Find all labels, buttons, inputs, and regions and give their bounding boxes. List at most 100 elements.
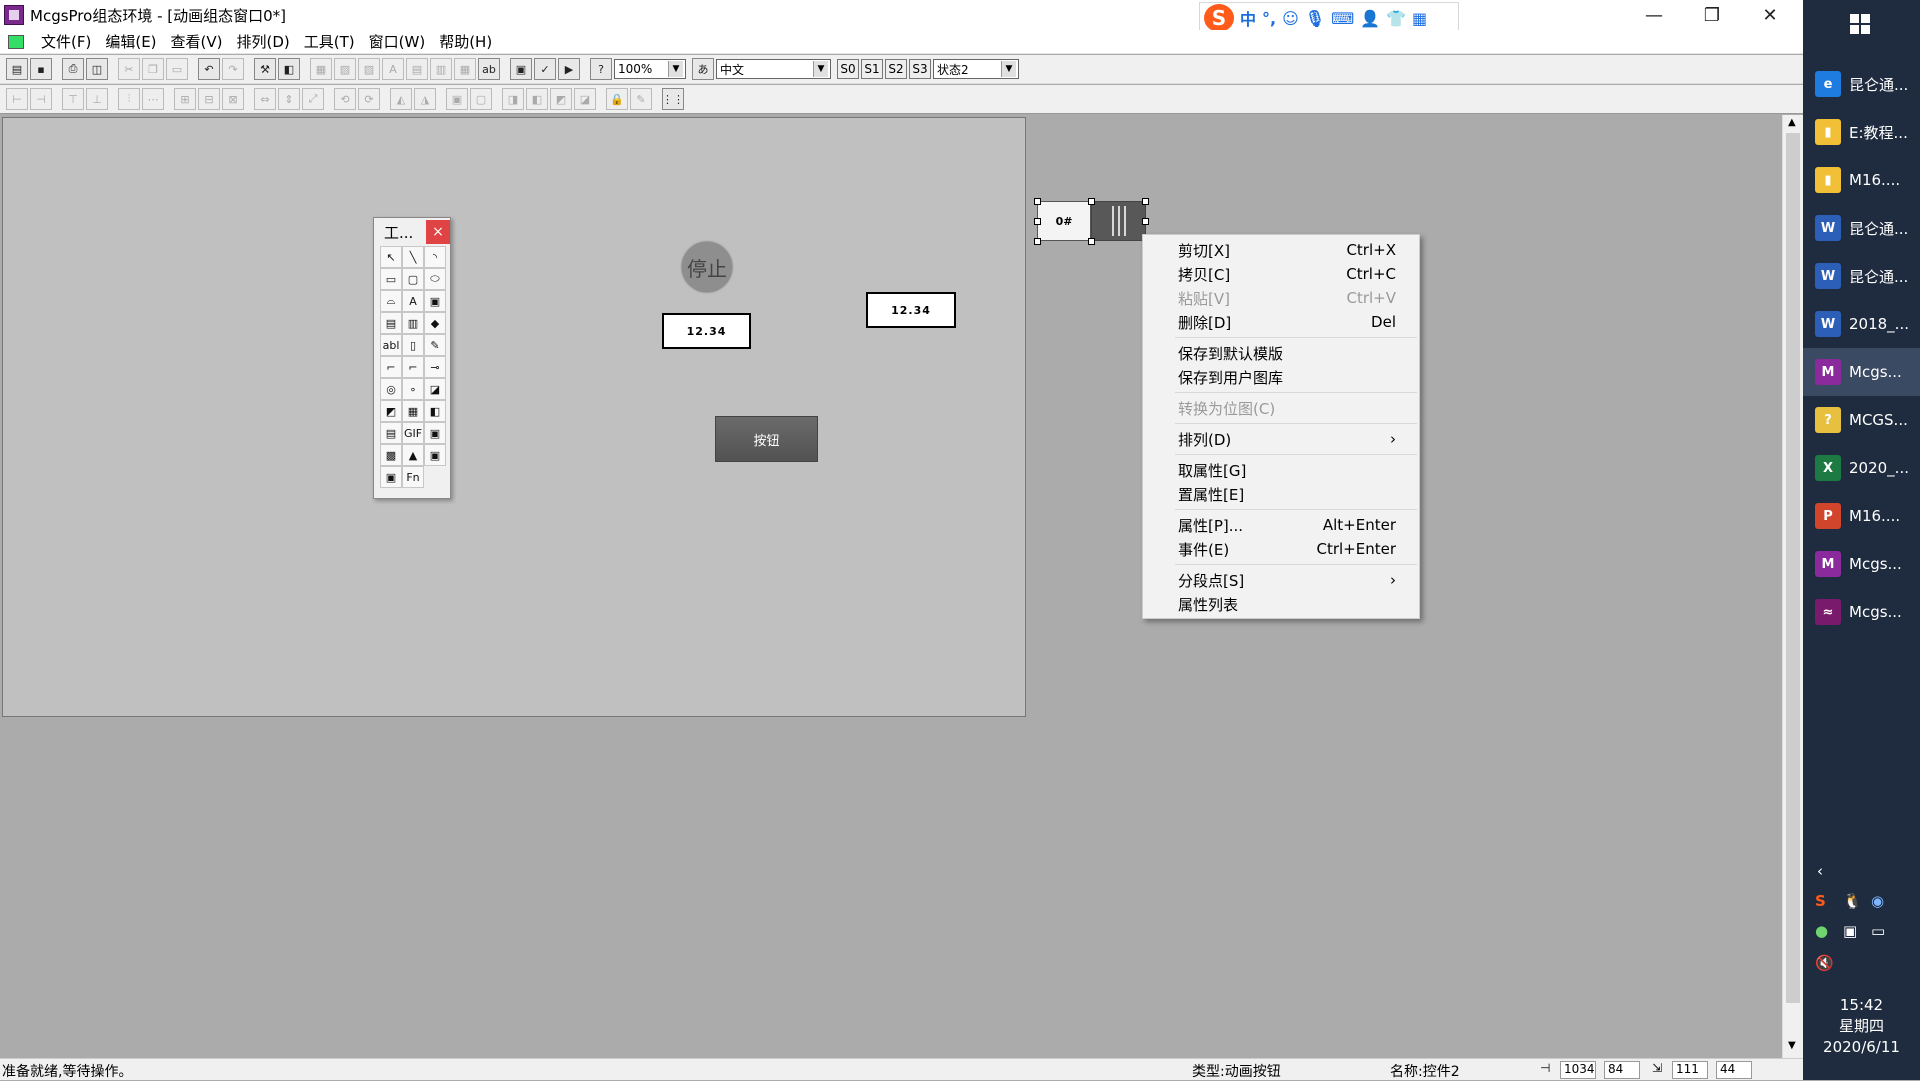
copy-icon[interactable]: ❐ xyxy=(142,58,164,80)
context-menu-item[interactable]: 转换为位图(C) xyxy=(1143,396,1419,420)
menu-help[interactable]: 帮助(H) xyxy=(432,31,499,52)
save-icon[interactable]: ▪ xyxy=(30,58,52,80)
flip-h-icon[interactable]: ◭ xyxy=(390,88,412,110)
taskbar-app[interactable]: X 2020_... xyxy=(1803,444,1920,492)
toolbox-tool-9[interactable]: ▤ xyxy=(380,312,402,334)
flip-v-icon[interactable]: ◮ xyxy=(414,88,436,110)
same-size-icon[interactable]: ⤢ xyxy=(302,88,324,110)
line-style-icon[interactable]: ▨ xyxy=(358,58,380,80)
volume-muted-icon[interactable]: 🔇 xyxy=(1815,954,1834,972)
toolbox-tool-7[interactable]: A xyxy=(402,290,424,312)
ime-tools-icon[interactable]: ▦ xyxy=(1412,9,1427,28)
language-icon[interactable]: あ xyxy=(692,58,714,80)
sogou-logo-icon[interactable]: S xyxy=(1204,4,1234,32)
align-bottom-icon[interactable]: ⊥ xyxy=(86,88,108,110)
toolbox-tool-25[interactable]: GIF xyxy=(402,422,424,444)
toolbox-tool-4[interactable]: ▢ xyxy=(402,268,424,290)
backward-icon[interactable]: ◪ xyxy=(574,88,596,110)
toolbox-tool-27[interactable]: ▩ xyxy=(380,444,402,466)
context-menu-item[interactable]: 粘贴[V] Ctrl+V xyxy=(1143,286,1419,310)
taskbar-clock[interactable]: 15:42 星期四 2020/6/11 xyxy=(1803,995,1920,1058)
print-icon[interactable]: ⎙ xyxy=(62,58,84,80)
rotate-right-icon[interactable]: ⟳ xyxy=(358,88,380,110)
canvas-push-button[interactable]: 按钮 xyxy=(715,416,818,462)
toolbox-tool-11[interactable]: ◆ xyxy=(424,312,446,334)
taskbar-app[interactable]: ▮ E:教程... xyxy=(1803,108,1920,156)
align-right-icon[interactable]: ⊣ xyxy=(30,88,52,110)
toolbox-tool-8[interactable]: ▣ xyxy=(424,290,446,312)
stop-indicator-lamp[interactable]: 停止 xyxy=(682,242,732,292)
resize-handle[interactable] xyxy=(1034,238,1041,245)
toolbox-tool-22[interactable]: ▦ xyxy=(402,400,424,422)
selected-button-face[interactable]: 0# xyxy=(1037,201,1091,241)
format-icon[interactable]: ▧ xyxy=(334,58,356,80)
align-hcenter-icon[interactable]: ⋯ xyxy=(142,88,164,110)
fill-icon[interactable]: ▤ xyxy=(406,58,428,80)
open-icon[interactable]: ▤ xyxy=(6,58,28,80)
toolbox-close-icon[interactable]: × xyxy=(426,220,450,244)
bring-front-icon[interactable]: ◨ xyxy=(502,88,524,110)
run-icon[interactable]: ▶ xyxy=(558,58,580,80)
context-menu-item[interactable]: 事件(E) Ctrl+Enter xyxy=(1143,537,1419,561)
context-menu-item[interactable]: 保存到默认模版 xyxy=(1143,341,1419,365)
ime-keyboard-icon[interactable]: ⌨ xyxy=(1331,9,1354,28)
toolbox-tool-6[interactable]: ⌓ xyxy=(380,290,402,312)
toolbox-tool-2[interactable]: ◝ xyxy=(424,246,446,268)
align-top-icon[interactable]: ⊤ xyxy=(62,88,84,110)
workspace-area[interactable] xyxy=(0,115,1782,1058)
resize-handle[interactable] xyxy=(1088,238,1095,245)
same-height-icon[interactable]: ⇕ xyxy=(278,88,300,110)
toolbox-tool-26[interactable]: ▣ xyxy=(424,422,446,444)
toolbox-tool-28[interactable]: ▲ xyxy=(402,444,424,466)
taskbar-app[interactable]: W 2018_... xyxy=(1803,300,1920,348)
context-menu-item[interactable]: 置属性[E] xyxy=(1143,482,1419,506)
vertical-scrollbar[interactable]: ▲ ▼ xyxy=(1782,115,1803,1058)
wechat-tray-icon[interactable]: ● xyxy=(1815,922,1828,940)
windows-start-icon[interactable] xyxy=(1850,14,1870,34)
ime-voice-icon[interactable]: 🎙 xyxy=(1305,9,1325,28)
scroll-thumb[interactable] xyxy=(1786,133,1800,1003)
grid-toggle-icon[interactable]: ⋮⋮ xyxy=(662,88,684,110)
align-vcenter-icon[interactable]: ⫶ xyxy=(118,88,140,110)
toolbox-tool-16[interactable]: ⌐ xyxy=(402,356,424,378)
selected-button-bars[interactable] xyxy=(1091,201,1146,241)
context-menu-item[interactable]: 保存到用户图库 xyxy=(1143,365,1419,389)
ime-user-icon[interactable]: 👤 xyxy=(1360,9,1380,28)
toolbox-tool-20[interactable]: ◪ xyxy=(424,378,446,400)
font-icon[interactable]: A xyxy=(382,58,404,80)
context-menu-item[interactable]: 删除[D] Del xyxy=(1143,310,1419,334)
taskbar-app[interactable]: P M16.... xyxy=(1803,492,1920,540)
tools-icon[interactable]: ⚒ xyxy=(254,58,276,80)
close-button[interactable]: ✕ xyxy=(1742,0,1798,30)
text-color-icon[interactable]: ab xyxy=(478,58,500,80)
restore-button[interactable]: ❐ xyxy=(1684,0,1740,30)
menu-file[interactable]: 文件(F) xyxy=(34,31,98,52)
undo-icon[interactable]: ↶ xyxy=(198,58,220,80)
toolbox-tool-30[interactable]: ▣ xyxy=(380,466,402,488)
grid-icon[interactable]: ▥ xyxy=(430,58,452,80)
toolbox-tool-19[interactable]: ∘ xyxy=(402,378,424,400)
center-v-icon[interactable]: ⊟ xyxy=(198,88,220,110)
toolbox-tool-5[interactable]: ⬭ xyxy=(424,268,446,290)
language-select[interactable]: 中文 ▼ xyxy=(716,59,831,79)
menu-view[interactable]: 查看(V) xyxy=(164,31,230,52)
table-icon[interactable]: ▦ xyxy=(454,58,476,80)
center-h-icon[interactable]: ⊞ xyxy=(174,88,196,110)
state-s0-button[interactable]: S0 xyxy=(837,59,859,79)
toolbox-tool-31[interactable]: Fn xyxy=(402,466,424,488)
ime-lang-icon[interactable]: 中 xyxy=(1240,6,1256,30)
toolbox-tool-24[interactable]: ▤ xyxy=(380,422,402,444)
menu-window[interactable]: 窗口(W) xyxy=(362,31,433,52)
numeric-display-2[interactable]: 12.34 xyxy=(866,292,956,328)
scroll-up-icon[interactable]: ▲ xyxy=(1788,117,1796,128)
sogou-tray-icon[interactable]: S xyxy=(1815,892,1826,910)
scroll-down-icon[interactable]: ▼ xyxy=(1788,1040,1796,1051)
taskbar-app[interactable]: M Mcgs... xyxy=(1803,348,1920,396)
state-s1-button[interactable]: S1 xyxy=(861,59,883,79)
redo-icon[interactable]: ↷ xyxy=(222,58,244,80)
send-back-icon[interactable]: ◧ xyxy=(526,88,548,110)
context-menu-item[interactable]: 属性[P]... Alt+Enter xyxy=(1143,513,1419,537)
unlock-icon[interactable]: ✎ xyxy=(630,88,652,110)
resize-handle[interactable] xyxy=(1142,218,1149,225)
rotate-left-icon[interactable]: ⟲ xyxy=(334,88,356,110)
